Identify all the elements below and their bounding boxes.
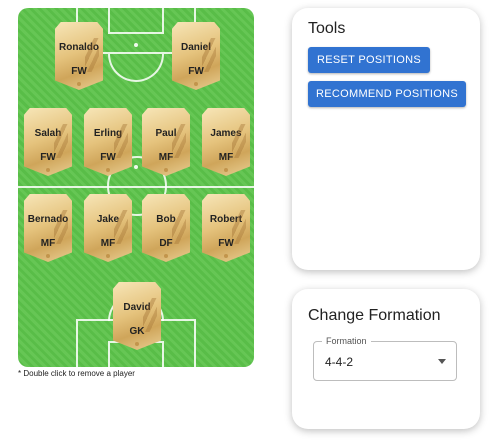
card-ornament xyxy=(164,168,168,172)
formation-title: Change Formation xyxy=(308,307,441,324)
card-ornament xyxy=(224,254,228,258)
player-card[interactable]: Robert FW xyxy=(202,194,250,262)
player-name: David xyxy=(123,302,151,313)
player-card[interactable]: Erling FW xyxy=(84,108,132,176)
player-name: Daniel xyxy=(180,42,211,53)
player-name: Salah xyxy=(34,128,62,139)
reset-positions-button[interactable]: RESET POSITIONS xyxy=(308,47,430,73)
player-position: FW xyxy=(40,152,56,163)
player-card[interactable]: Ronaldo FW xyxy=(55,22,103,90)
player-name: James xyxy=(210,128,242,139)
player-card[interactable]: David GK xyxy=(113,282,161,350)
card-ornament xyxy=(135,342,139,346)
formation-select-value: 4-4-2 xyxy=(325,355,354,369)
player-card[interactable]: Jake MF xyxy=(84,194,132,262)
player-name: Bob xyxy=(156,214,176,225)
card-ornament xyxy=(106,254,110,258)
player-position: MF xyxy=(218,152,234,163)
player-position: MF xyxy=(158,152,174,163)
card-ornament xyxy=(46,168,50,172)
formation-select-label: Formation xyxy=(322,336,371,346)
card-ornament xyxy=(106,168,110,172)
player-position: MF xyxy=(100,238,116,249)
formation-select[interactable]: Formation 4-4-2 xyxy=(313,336,457,381)
card-ornament xyxy=(46,254,50,258)
top-goal-box xyxy=(108,8,164,34)
player-card[interactable]: Daniel FW xyxy=(172,22,220,90)
player-name: Erling xyxy=(93,128,123,139)
player-name: Jake xyxy=(96,214,120,225)
change-formation-panel: Change Formation Formation 4-4-2 xyxy=(292,289,480,429)
player-card[interactable]: Paul MF xyxy=(142,108,190,176)
player-card[interactable]: Salah FW xyxy=(24,108,72,176)
player-name: Paul xyxy=(155,128,177,139)
player-position: FW xyxy=(218,238,234,249)
player-card[interactable]: Bob DF xyxy=(142,194,190,262)
card-ornament xyxy=(224,168,228,172)
tools-title: Tools xyxy=(308,20,346,37)
player-name: Bernado xyxy=(27,214,69,225)
dropdown-arrow-icon xyxy=(438,359,446,364)
player-card[interactable]: James MF xyxy=(202,108,250,176)
player-position: MF xyxy=(40,238,56,249)
player-position: FW xyxy=(188,66,204,77)
card-ornament xyxy=(164,254,168,258)
player-position: GK xyxy=(129,326,145,337)
player-name: Robert xyxy=(209,214,243,225)
center-spot xyxy=(134,165,138,169)
player-name: Ronaldo xyxy=(59,42,99,53)
top-penalty-spot xyxy=(134,43,138,47)
tools-panel: Tools RESET POSITIONS RECOMMEND POSITION… xyxy=(292,8,480,270)
recommend-positions-button[interactable]: RECOMMEND POSITIONS xyxy=(308,81,466,107)
player-position: DF xyxy=(159,238,173,249)
player-position: FW xyxy=(71,66,87,77)
top-penalty-arc xyxy=(108,54,164,82)
player-position: FW xyxy=(100,152,116,163)
card-ornament xyxy=(77,82,81,86)
remove-player-hint: * Double click to remove a player xyxy=(18,369,135,378)
player-card[interactable]: Bernado MF xyxy=(24,194,72,262)
football-pitch: Ronaldo FW Daniel FW Salah FW Erling FW … xyxy=(18,8,254,367)
card-ornament xyxy=(194,82,198,86)
